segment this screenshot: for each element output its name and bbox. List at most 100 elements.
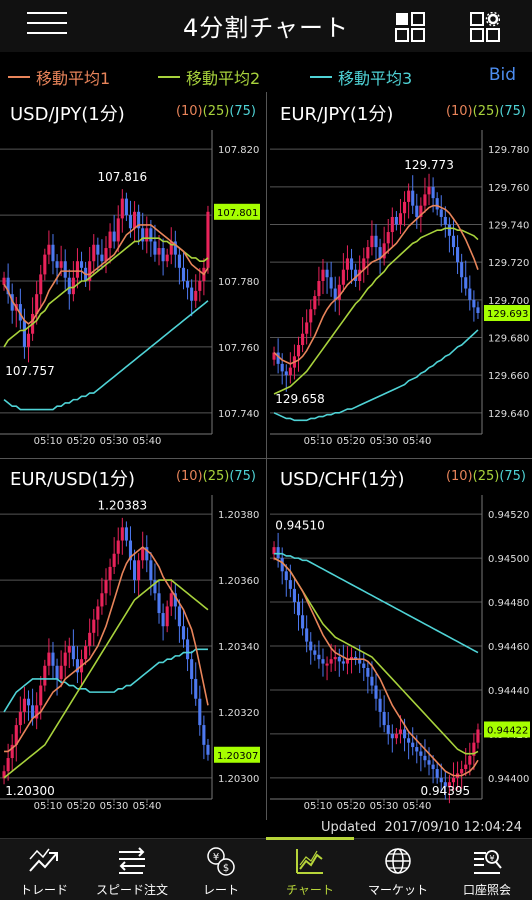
x-tick-label: 05:30 — [100, 801, 129, 812]
tab-chart[interactable]: チャート — [266, 837, 354, 900]
y-tick-label: 1.20300 — [218, 774, 259, 785]
x-tick-label: 05:40 — [403, 436, 432, 447]
chart-panel-usdchf[interactable]: USD/CHF(1分) (10)(25)(75) 0.94520 0.94500 0… — [270, 461, 532, 818]
candle-body — [177, 606, 181, 627]
candle-body — [190, 659, 194, 679]
chart-panel-usdjpy[interactable]: USD/JPY(1分) (10)(25)(75) 107.820107.8001… — [0, 96, 262, 453]
globe-icon — [385, 848, 411, 874]
x-tick-label: 05:30 — [370, 801, 399, 812]
tab-speed-order[interactable]: スピード注文 — [88, 839, 176, 900]
x-tick-label: 05:20 — [337, 436, 366, 447]
candle-body — [26, 333, 31, 347]
candle-body — [398, 729, 403, 734]
bid-toggle[interactable]: Bid — [489, 65, 516, 85]
candle-body — [284, 571, 288, 581]
candle-body — [313, 296, 317, 310]
high-price-label: 0.94510 — [275, 518, 325, 532]
x-tick-label: 05:10 — [34, 436, 63, 447]
candle-body — [362, 663, 366, 668]
y-tick-label: 0.94440 — [488, 686, 529, 697]
candlestick-chart[interactable]: 129.780129.760129.740129.720129.700129.6… — [270, 96, 532, 453]
tab-label: レート — [202, 883, 239, 897]
x-tick-label: 05:30 — [370, 436, 399, 447]
candlestick-chart[interactable]: 107.820107.800107.780107.760107.74005:10… — [0, 96, 262, 453]
chart-panel-eurusd[interactable]: EUR/USD(1分) (10)(25)(75) 1.20380 1.20360 1… — [0, 461, 262, 818]
candle-body — [296, 345, 301, 357]
ma10-line — [273, 557, 479, 777]
x-tick-label: 05:10 — [34, 801, 63, 812]
legend-ma2: 移動平均2 — [158, 65, 260, 89]
candlestick-chart[interactable]: 1.20380 1.20360 1.20340 1.20320 1.20300 05:10… — [0, 461, 262, 818]
candle-body — [382, 711, 386, 726]
updated-label: Updated — [320, 820, 377, 835]
candle-body — [305, 628, 309, 642]
tab-trade[interactable]: トレード — [0, 839, 88, 900]
candle-body — [43, 665, 47, 686]
candle-body — [116, 218, 120, 242]
candle-body — [476, 729, 480, 743]
tab-rate[interactable]: ¥ $ レート — [177, 839, 265, 900]
tab-market[interactable]: マーケット — [354, 839, 442, 900]
ma75-line — [3, 648, 208, 713]
y-tick-label: 107.760 — [218, 343, 259, 354]
y-tick-label: 107.820 — [218, 145, 259, 156]
page-title: 4分割チャート — [182, 14, 350, 42]
bottom-tab-bar: トレード スピード注文 ¥ $ レート チャート マーケット ¥ 口座照会 — [0, 837, 532, 900]
chart-panel-eurjpy[interactable]: EUR/JPY(1分) (10)(25)(75) 129.780 129.760 1… — [270, 96, 532, 453]
low-price-label: 0.94395 — [421, 784, 471, 798]
candle-body — [92, 619, 96, 633]
candle-body — [18, 711, 22, 726]
candle-body — [411, 742, 415, 748]
candle-body — [317, 654, 321, 660]
candle-body — [59, 665, 63, 679]
y-tick-label: 1.20340 — [218, 642, 259, 653]
candle-body — [427, 760, 431, 765]
candle-body — [145, 228, 149, 242]
y-tick-label: 129.720 — [488, 258, 529, 269]
layout-grid-icon[interactable] — [395, 12, 425, 42]
candle-body — [407, 190, 411, 202]
candle-body — [26, 698, 31, 706]
candle-body — [149, 560, 153, 581]
candle-body — [296, 602, 301, 616]
candle-body — [6, 758, 10, 772]
x-tick-label: 05:30 — [100, 436, 129, 447]
candle-body — [55, 665, 59, 679]
candle-body — [317, 281, 321, 297]
candle-body — [402, 729, 407, 739]
high-price-label: 107.816 — [98, 170, 148, 184]
y-tick-label: 107.740 — [218, 409, 259, 420]
candle-body — [439, 209, 443, 217]
candle-body — [169, 593, 173, 607]
low-price-label: 107.757 — [5, 364, 55, 378]
x-tick-label: 05:20 — [67, 801, 96, 812]
candle-body — [460, 769, 464, 774]
candle-body — [157, 593, 161, 614]
low-price-label: 129.658 — [275, 392, 325, 406]
candle-body — [378, 698, 382, 712]
candle-body — [96, 606, 100, 620]
candle-body — [321, 659, 325, 664]
x-tick-label: 05:40 — [403, 801, 432, 812]
moving-average-legend: 移動平均1 移動平均2 移動平均3 Bid — [0, 61, 532, 91]
ma1-swatch — [8, 76, 30, 78]
app-header: 4分割チャート — [0, 0, 532, 52]
x-tick-label: 05:10 — [304, 436, 333, 447]
y-tick-label: 129.780 — [488, 145, 529, 156]
y-tick-label: 129.680 — [488, 333, 529, 344]
candle-body — [435, 198, 439, 210]
candle-body — [439, 777, 443, 783]
current-price-label: 129.693 — [487, 309, 528, 320]
chart-settings-icon[interactable] — [470, 12, 500, 42]
candle-body — [104, 580, 108, 594]
high-price-label: 1.20383 — [98, 499, 148, 513]
legend-ma1-label: 移動平均1 — [36, 69, 111, 88]
candle-body — [329, 277, 333, 289]
candle-body — [165, 606, 169, 627]
candle-body — [153, 241, 157, 255]
candle-body — [177, 254, 181, 268]
candle-body — [63, 261, 67, 278]
candlestick-chart[interactable]: 0.94520 0.94500 0.94480 0.94460 0.94440 0.944… — [270, 461, 532, 818]
tab-account[interactable]: ¥ 口座照会 — [443, 839, 531, 900]
x-tick-label: 05:40 — [133, 436, 162, 447]
